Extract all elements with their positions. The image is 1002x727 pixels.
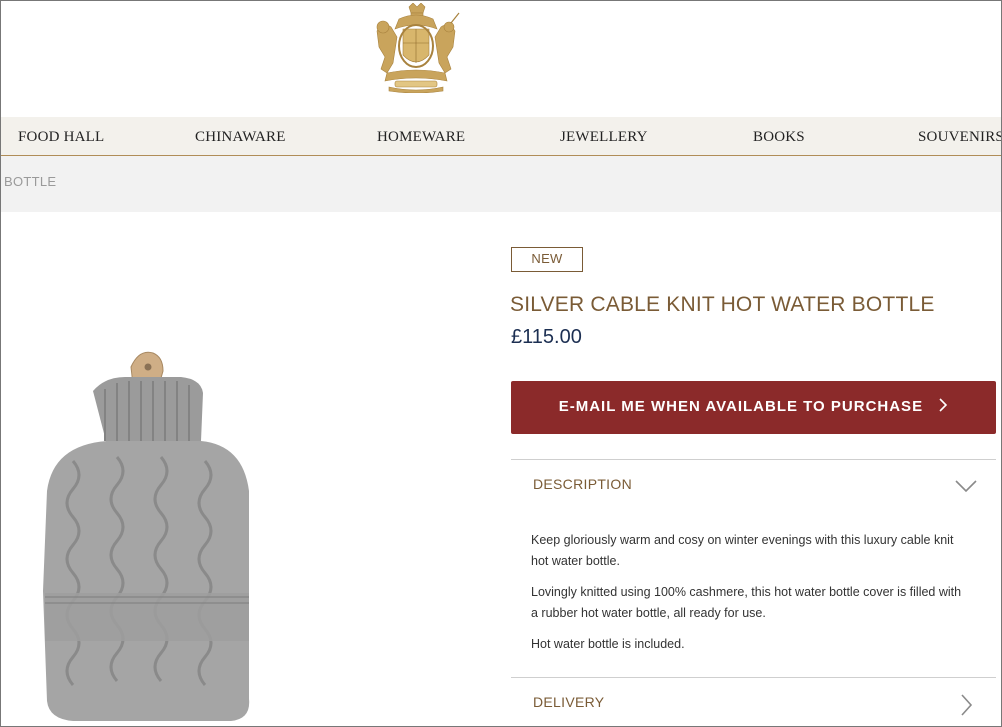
breadcrumb-current: BOTTLE	[4, 174, 57, 189]
nav-item-souvenirs[interactable]: SOUVENIRS	[918, 129, 1001, 146]
chevron-down-icon[interactable]	[954, 479, 978, 493]
email-when-available-button[interactable]: E-MAIL ME WHEN AVAILABLE TO PURCHASE	[511, 381, 996, 434]
product-image[interactable]	[13, 341, 283, 726]
nav-item-chinaware[interactable]: CHINAWARE	[195, 129, 286, 146]
chevron-right-icon	[939, 398, 948, 412]
description-paragraph-1: Keep gloriously warm and cosy on winter …	[531, 533, 954, 568]
delivery-heading[interactable]: DELIVERY	[533, 694, 604, 710]
page-frame: FOOD HALL CHINAWARE HOMEWARE JEWELLERY B…	[0, 0, 1002, 727]
nav-item-jewellery[interactable]: JEWELLERY	[560, 129, 648, 146]
breadcrumb: BOTTLE	[1, 156, 1001, 212]
chevron-right-icon[interactable]	[959, 693, 973, 717]
nav-item-homeware[interactable]: HOMEWARE	[377, 129, 465, 146]
royal-crest-icon[interactable]	[369, 3, 463, 93]
new-badge: NEW	[511, 247, 583, 272]
cta-text: E-MAIL ME WHEN AVAILABLE TO PURCHASE	[558, 398, 924, 415]
description-paragraph-3: Hot water bottle is included.	[531, 637, 685, 651]
nav-item-food-hall[interactable]: FOOD HALL	[18, 129, 104, 146]
nav-item-books[interactable]: BOOKS	[753, 129, 805, 146]
divider	[511, 459, 996, 460]
main-nav: FOOD HALL CHINAWARE HOMEWARE JEWELLERY B…	[1, 117, 1001, 156]
product-title: SILVER CABLE KNIT HOT WATER BOTTLE	[510, 293, 935, 316]
divider	[511, 677, 996, 678]
description-paragraph-2: Lovingly knitted using 100% cashmere, th…	[531, 585, 962, 620]
cta-label: E-MAIL ME WHEN AVAILABLE TO PURCHASE	[511, 398, 996, 415]
product-price: £115.00	[511, 326, 582, 348]
description-heading[interactable]: DESCRIPTION	[533, 476, 632, 492]
